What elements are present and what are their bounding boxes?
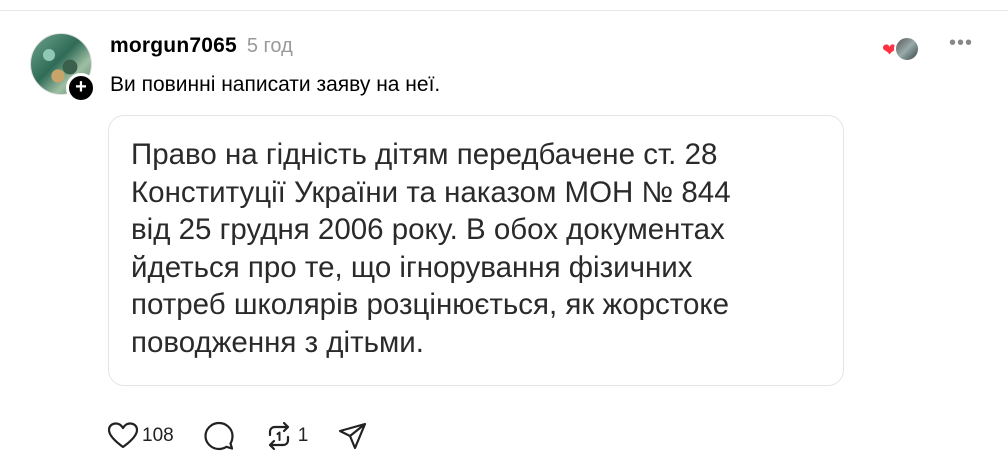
username[interactable]: morgun7065 [110,34,237,58]
more-options-button[interactable]: ••• [946,33,976,56]
like-button[interactable]: 108 [108,422,174,450]
repost-icon [268,421,289,451]
share-button[interactable] [338,421,368,451]
media-image-text: Право на гідність дітям передбачене ст. … [131,138,731,359]
more-icon: ••• [948,32,973,54]
avatar-container[interactable]: + [30,33,96,103]
comment-icon [204,421,234,451]
comment-button[interactable] [204,421,234,451]
like-count: 108 [142,425,174,446]
thread-post: + morgun7065 5 год ❤ ••• Ви повинні напи… [0,0,1008,470]
comment-text: Ви повинні написати заяву на неї. [110,73,441,96]
post-header: morgun7065 5 год [110,34,293,64]
repost-button[interactable]: 1 [264,421,309,451]
liker-avatar [894,36,920,62]
timestamp: 5 год [246,35,293,57]
follow-plus-icon[interactable]: + [66,73,96,103]
heart-icon [108,422,138,449]
repost-count: 1 [297,425,309,446]
media-image-card[interactable]: Право на гідність дітям передбачене ст. … [108,115,844,386]
liked-by-indicator[interactable]: ❤ [880,36,922,62]
share-icon [339,422,367,450]
divider [0,10,1008,11]
action-bar: 108 1 [108,420,398,452]
